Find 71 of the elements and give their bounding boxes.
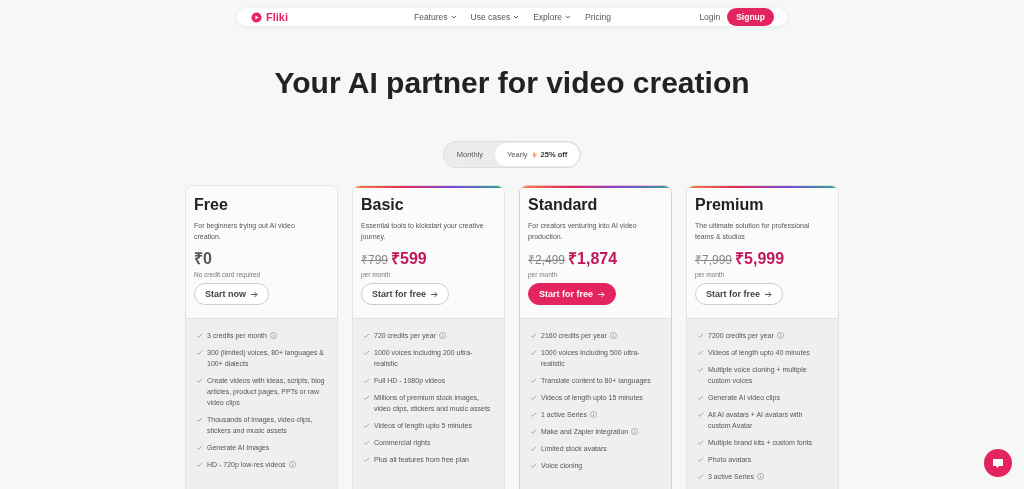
plan-price: ₹599 — [391, 249, 427, 269]
info-icon[interactable] — [609, 332, 617, 339]
plan-name: Premium — [695, 196, 764, 214]
check-icon — [530, 445, 537, 452]
start-button[interactable]: Start for free — [528, 283, 616, 305]
check-icon — [363, 394, 370, 401]
logo-icon — [251, 11, 262, 23]
plan-price: ₹5,999 — [735, 249, 785, 269]
arrow-right-icon — [597, 290, 605, 298]
arrow-right-icon — [764, 290, 772, 298]
check-icon — [697, 332, 704, 339]
check-icon — [196, 332, 203, 339]
login-link[interactable]: Login — [699, 12, 721, 22]
plan-price: ₹0 — [194, 249, 212, 269]
check-icon — [196, 416, 203, 423]
check-icon — [363, 456, 370, 463]
arrow-right-icon — [250, 290, 258, 298]
check-icon — [697, 411, 704, 418]
old-price: ₹7,999 — [695, 252, 733, 268]
nav-link[interactable]: Pricing — [585, 12, 611, 22]
check-icon — [697, 394, 704, 401]
check-icon — [530, 411, 537, 418]
chevron-down-icon — [513, 15, 520, 19]
plan-name: Basic — [361, 196, 404, 214]
lightning-icon — [531, 150, 537, 159]
check-icon — [530, 394, 537, 401]
check-icon — [363, 349, 370, 356]
old-price: ₹799 — [361, 252, 389, 268]
check-icon — [530, 377, 537, 384]
arrow-right-icon — [430, 290, 438, 298]
info-icon[interactable] — [438, 332, 446, 339]
check-icon — [530, 428, 537, 435]
check-icon — [530, 462, 537, 469]
chevron-down-icon — [450, 15, 457, 19]
check-icon — [697, 473, 704, 480]
nav-link[interactable]: Features — [413, 12, 457, 22]
check-icon — [530, 349, 537, 356]
info-icon[interactable] — [631, 428, 639, 435]
check-icon — [697, 349, 704, 356]
check-icon — [697, 456, 704, 463]
brand-name[interactable]: Fliki — [266, 11, 288, 23]
check-icon — [196, 461, 203, 468]
info-icon[interactable] — [776, 332, 784, 339]
chat-icon — [992, 457, 1004, 469]
start-button[interactable]: Start for free — [695, 283, 783, 305]
check-icon — [196, 349, 203, 356]
check-icon — [196, 444, 203, 451]
check-icon — [363, 439, 370, 446]
check-icon — [363, 377, 370, 384]
check-icon — [196, 377, 203, 384]
check-icon — [363, 422, 370, 429]
plan-price: ₹1,874 — [568, 249, 618, 269]
check-icon — [697, 439, 704, 446]
page-heading: Your AI partner for video creation — [274, 66, 750, 100]
info-icon[interactable] — [269, 332, 277, 339]
plan-name: Standard — [528, 196, 598, 214]
old-price: ₹2,499 — [528, 252, 566, 268]
check-icon — [697, 366, 704, 373]
start-button[interactable]: Start now — [194, 283, 269, 305]
check-icon — [363, 332, 370, 339]
chat-button[interactable] — [984, 449, 1012, 477]
nav-link[interactable]: Use cases — [470, 12, 520, 22]
signup-button[interactable]: Signup — [727, 8, 774, 26]
chevron-down-icon — [565, 15, 572, 19]
nav-link[interactable]: Explore — [533, 12, 572, 22]
info-icon[interactable] — [589, 411, 597, 418]
info-icon[interactable] — [756, 473, 764, 480]
plan-name: Free — [194, 196, 228, 214]
check-icon — [530, 332, 537, 339]
info-icon[interactable] — [288, 461, 296, 468]
start-button[interactable]: Start for free — [361, 283, 449, 305]
